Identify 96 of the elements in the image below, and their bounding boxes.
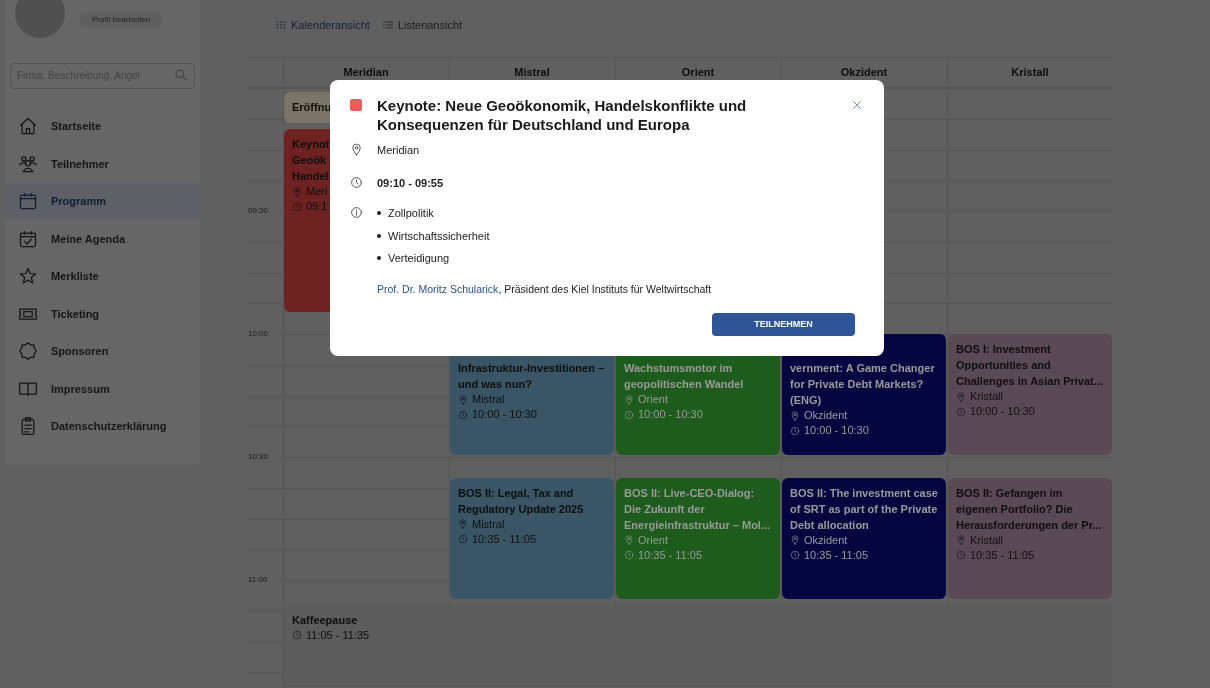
speaker-text: Prof. Dr. Moritz Schularick, Präsident des Kiel Instituts für Weltwirtschaft	[377, 281, 713, 297]
clock-icon	[790, 425, 800, 436]
close-button[interactable]	[850, 98, 864, 112]
join-button[interactable]: TEILNEHMEN	[712, 313, 855, 337]
event-time: 09:1	[306, 199, 328, 214]
dots-grid-icon	[275, 19, 287, 31]
clock-icon	[624, 550, 634, 560]
badge-icon	[18, 341, 38, 362]
topic-text: Verteidigung	[388, 251, 450, 266]
star-icon	[18, 266, 38, 287]
location-pin-icon	[458, 394, 468, 405]
event-time: 10:00 - 10:30	[472, 407, 537, 422]
people-icon	[18, 153, 38, 174]
sidebar-item[interactable]: Merkliste	[5, 257, 200, 295]
event-room: Meri	[306, 184, 328, 199]
view-toggle[interactable]: Kalenderansicht	[275, 17, 370, 33]
location-pin-icon	[350, 143, 363, 156]
clock-icon	[790, 550, 800, 560]
clock-icon	[458, 409, 468, 420]
event-title: BOS II: Legal, Tax and Regulatory Update 2025	[458, 485, 585, 517]
event-title: BOS II: Live-CEO-Dialog: Die Zukunft der Energieinfrastruktur – Mol...	[624, 485, 772, 533]
event-title: Eröffnu	[292, 100, 332, 116]
sidebar-item[interactable]: Sponsoren	[5, 332, 200, 370]
column-header: Meridian	[342, 65, 390, 81]
sidebar-item[interactable]: Meine Agenda	[5, 220, 200, 258]
event-title: Kaffeepause	[292, 612, 358, 628]
close-icon	[851, 99, 863, 111]
calendar-icon	[18, 191, 38, 212]
event-card[interactable]: BOS II: The investment case of SRT as part of the Private Debt allocation Okzident 10:35 - 11:05	[782, 477, 946, 599]
sidebar-item[interactable]: Teilnehmer	[5, 145, 200, 183]
sidebar-item[interactable]: Programm	[5, 182, 200, 220]
event-title: vernment: A Game Changer for Private Debt Markets? (ENG)	[790, 361, 936, 408]
list-icon	[381, 19, 394, 31]
time-label: 10:00	[248, 329, 278, 339]
clock-icon	[956, 550, 966, 560]
location-pin-icon	[790, 535, 800, 545]
topic-text: Wirtschaftssicherheit	[388, 228, 490, 244]
event-time: 10:00 - 10:30	[970, 404, 1035, 419]
event-room: Orient	[638, 532, 668, 548]
time-label: 11:00	[248, 575, 278, 585]
location-pin-icon	[292, 186, 302, 197]
house-icon	[18, 116, 38, 137]
event-room: Okzident	[804, 408, 848, 423]
event-title: Keynot Geoök Handel	[292, 137, 330, 184]
event-card[interactable]: BOS II: Live-CEO-Dialog: Die Zukunft der Energieinfrastruktur – Mol... Orient 10:35 - 11:05	[616, 477, 780, 599]
time-text: 09:10 - 09:55	[377, 175, 444, 191]
search-icon	[174, 68, 188, 82]
event-title: Infrastruktur-Investitionen – und was nun?	[458, 361, 606, 392]
clock-icon	[624, 409, 634, 420]
event-time: 10:35 - 11:05	[804, 547, 868, 563]
event-card[interactable]: BOS II: Gefangen im eigenen Portfolio? Die Herausforderungen der Pr... Kristall 10:35 - 11:05	[948, 477, 1112, 599]
event-room: Okzident	[804, 532, 848, 548]
column-header: Okzident	[839, 65, 889, 81]
event-time: 10:35 - 11:05	[970, 547, 1034, 563]
column-header: Orient	[680, 65, 716, 81]
event-room: Mistral	[472, 516, 505, 532]
event-time: 11:05 - 11:35	[306, 627, 370, 643]
location-pin-icon	[624, 394, 634, 405]
event-time: 10:00 - 10:30	[804, 423, 869, 438]
dialog-title: Keynote: Neue Geoökonomik, Handelskonflikte und Konsequenzen für Deutschland und Europa	[377, 96, 748, 134]
clock-icon	[458, 534, 468, 544]
event-title: Wachstumsmotor im geopolitischen Wandel	[624, 361, 745, 392]
event-time: 10:00 - 10:30	[638, 407, 703, 422]
location-pin-icon	[956, 391, 966, 402]
location-text: Meridian	[377, 143, 420, 158]
topic-text: Zollpolitik	[388, 206, 434, 221]
event-card[interactable]: Kaffeepause 11:05 - 11:35	[284, 604, 1112, 687]
event-time: 10:35 - 11:05	[472, 531, 536, 547]
sidebar-item[interactable]: Impressum	[5, 370, 200, 408]
sidebar-item[interactable]: Startseite	[5, 107, 200, 145]
event-room: Orient	[638, 392, 668, 407]
event-title: BOS II: The investment case of SRT as part of the Private Debt allocation	[790, 485, 938, 533]
view-toggle[interactable]: Listenansicht	[381, 17, 463, 33]
clock-icon	[292, 201, 302, 212]
location-pin-icon	[790, 410, 800, 421]
event-room: Kristall	[970, 389, 1003, 404]
event-card[interactable]: BOS II: Legal, Tax and Regulatory Update 2025 Mistral 10:35 - 11:05	[450, 477, 614, 599]
clock-icon	[292, 630, 302, 641]
sidebar-item[interactable]: Datenschutzerklärung	[5, 407, 200, 445]
time-label: 10:30	[248, 452, 278, 462]
event-room: Mistral	[472, 392, 505, 407]
event-title: BOS I: Investment Opportunities and Challenges in Asian Privat...	[956, 342, 1104, 389]
event-time: 10:35 - 11:05	[638, 547, 702, 563]
info-icon	[350, 206, 363, 219]
event-title: BOS II: Gefangen im eigenen Portfolio? Die Herausforderungen der Pr...	[956, 485, 1103, 533]
location-pin-icon	[624, 535, 634, 545]
sidebar-item[interactable]: Ticketing	[5, 295, 200, 333]
event-card[interactable]: BOS I: Investment Opportunities and Challenges in Asian Privat... Kristall 10:00 - 10:30	[948, 334, 1112, 455]
column-header: Mistral	[513, 65, 551, 81]
clock-icon	[956, 406, 966, 417]
location-pin-icon	[956, 535, 966, 545]
column-header: Kristall	[1010, 65, 1050, 81]
location-pin-icon	[458, 519, 468, 529]
calendar-check-icon	[18, 228, 38, 249]
event-room: Kristall	[970, 532, 1003, 548]
clock-icon	[350, 175, 363, 189]
